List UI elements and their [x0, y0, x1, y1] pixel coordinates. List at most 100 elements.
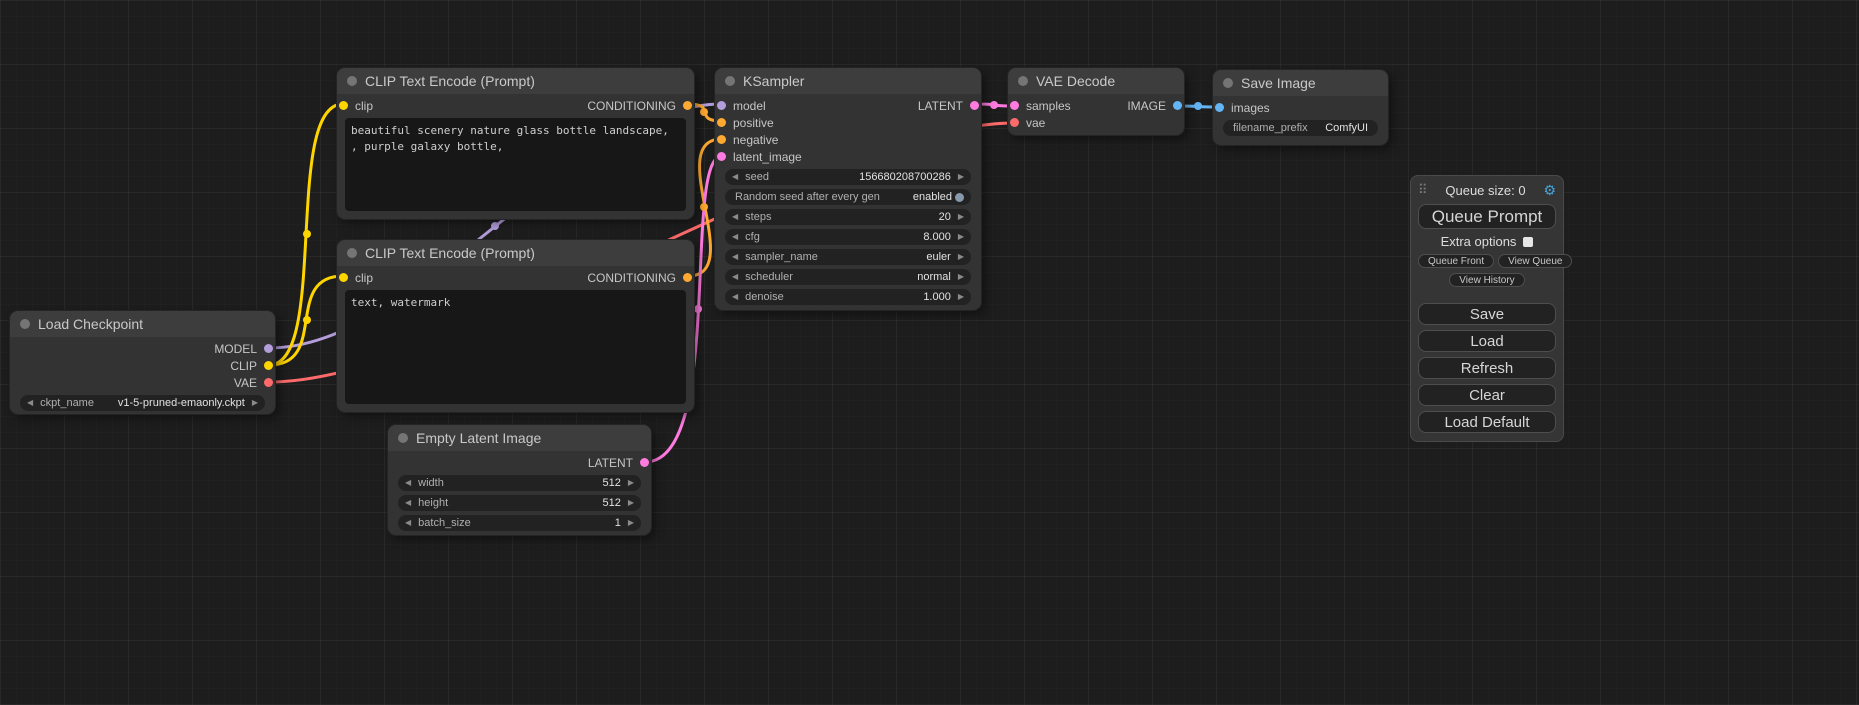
node-title-bar[interactable]: CLIP Text Encode (Prompt): [337, 240, 694, 266]
collapse-dot-icon[interactable]: [398, 433, 408, 443]
node-title-bar[interactable]: VAE Decode: [1008, 68, 1184, 94]
refresh-button[interactable]: Refresh: [1418, 357, 1556, 379]
widget-batch-size[interactable]: ◀ batch_size 1 ▶: [398, 515, 641, 531]
increment-arrow-icon[interactable]: ▶: [958, 213, 964, 221]
latent-output-port[interactable]: [970, 101, 979, 110]
node-title-bar[interactable]: KSampler: [715, 68, 981, 94]
collapse-dot-icon[interactable]: [20, 319, 30, 329]
widget-label: denoise: [745, 291, 784, 303]
extra-options-label: Extra options: [1441, 234, 1517, 249]
collapse-dot-icon[interactable]: [347, 248, 357, 258]
widget-denoise[interactable]: ◀ denoise 1.000 ▶: [725, 289, 971, 305]
increment-arrow-icon[interactable]: ▶: [958, 293, 964, 301]
increment-arrow-icon[interactable]: ▶: [958, 173, 964, 181]
node-title-bar[interactable]: CLIP Text Encode (Prompt): [337, 68, 694, 94]
queue-prompt-button[interactable]: Queue Prompt: [1418, 204, 1556, 229]
graph-canvas[interactable]: { "icons": { "left_arrow": "◀", "right_a…: [0, 0, 1859, 705]
clip-output-port[interactable]: [264, 361, 273, 370]
conditioning-output-port[interactable]: [683, 273, 692, 282]
increment-arrow-icon[interactable]: ▶: [958, 253, 964, 261]
node-title-bar[interactable]: Save Image: [1213, 70, 1388, 96]
decrement-arrow-icon[interactable]: ◀: [732, 273, 738, 281]
settings-gear-icon[interactable]: ⚙: [1543, 182, 1556, 199]
drag-handle-icon[interactable]: ⠿: [1418, 182, 1428, 198]
collapse-dot-icon[interactable]: [1223, 78, 1233, 88]
node-clip-text-encode-negative[interactable]: CLIP Text Encode (Prompt) clip CONDITION…: [337, 240, 694, 412]
output-label-latent: LATENT: [918, 99, 963, 113]
widget-random-seed-toggle[interactable]: Random seed after every gen enabled: [725, 189, 971, 205]
node-load-checkpoint[interactable]: Load Checkpoint MODEL CLIP VAE ◀ ckpt_na…: [10, 311, 275, 414]
view-queue-button[interactable]: View Queue: [1498, 254, 1572, 268]
node-save-image[interactable]: Save Image images filename_prefix ComfyU…: [1213, 70, 1388, 145]
collapse-dot-icon[interactable]: [725, 76, 735, 86]
positive-prompt-textarea[interactable]: beautiful scenery nature glass bottle la…: [345, 118, 686, 211]
model-input-port[interactable]: [717, 101, 726, 110]
decrement-arrow-icon[interactable]: ◀: [405, 519, 411, 527]
load-button[interactable]: Load: [1418, 330, 1556, 352]
output-label-clip: CLIP: [230, 359, 257, 373]
vae-output-port[interactable]: [264, 378, 273, 387]
widget-label: height: [418, 497, 448, 509]
widget-label: steps: [745, 211, 771, 223]
widget-value: 1: [615, 517, 621, 529]
save-button[interactable]: Save: [1418, 303, 1556, 325]
widget-height[interactable]: ◀ height 512 ▶: [398, 495, 641, 511]
collapse-dot-icon[interactable]: [347, 76, 357, 86]
increment-arrow-icon[interactable]: ▶: [958, 273, 964, 281]
widget-sampler-name[interactable]: ◀ sampler_name euler ▶: [725, 249, 971, 265]
node-empty-latent-image[interactable]: Empty Latent Image LATENT ◀ width 512 ▶ …: [388, 425, 651, 535]
clip-input-port[interactable]: [339, 273, 348, 282]
widget-steps[interactable]: ◀ steps 20 ▶: [725, 209, 971, 225]
increment-arrow-icon[interactable]: ▶: [252, 399, 258, 407]
node-title-text: Load Checkpoint: [38, 316, 143, 332]
wire-midpoint-dot: [700, 108, 708, 116]
widget-scheduler[interactable]: ◀ scheduler normal ▶: [725, 269, 971, 285]
decrement-arrow-icon[interactable]: ◀: [405, 499, 411, 507]
node-title-text: Empty Latent Image: [416, 430, 541, 446]
decrement-arrow-icon[interactable]: ◀: [732, 173, 738, 181]
increment-arrow-icon[interactable]: ▶: [628, 519, 634, 527]
toggle-dot-icon[interactable]: [955, 193, 964, 202]
decrement-arrow-icon[interactable]: ◀: [732, 213, 738, 221]
output-label-conditioning: CONDITIONING: [587, 271, 676, 285]
model-output-port[interactable]: [264, 344, 273, 353]
widget-ckpt-name[interactable]: ◀ ckpt_name v1-5-pruned-emaonly.ckpt ▶: [20, 395, 265, 411]
increment-arrow-icon[interactable]: ▶: [628, 479, 634, 487]
positive-input-port[interactable]: [717, 118, 726, 127]
queue-front-button[interactable]: Queue Front: [1418, 254, 1494, 268]
node-title-bar[interactable]: Load Checkpoint: [10, 311, 275, 337]
decrement-arrow-icon[interactable]: ◀: [27, 399, 33, 407]
negative-input-port[interactable]: [717, 135, 726, 144]
latent-output-port[interactable]: [640, 458, 649, 467]
widget-label: scheduler: [745, 271, 793, 283]
widget-seed[interactable]: ◀ seed 156680208700286 ▶: [725, 169, 971, 185]
negative-prompt-textarea[interactable]: text, watermark: [345, 290, 686, 404]
widget-label: batch_size: [418, 517, 471, 529]
vae-input-port[interactable]: [1010, 118, 1019, 127]
node-vae-decode[interactable]: VAE Decode samples IMAGE vae: [1008, 68, 1184, 135]
increment-arrow-icon[interactable]: ▶: [628, 499, 634, 507]
widget-value: ComfyUI: [1325, 122, 1368, 134]
latent-image-input-port[interactable]: [717, 152, 726, 161]
images-input-port[interactable]: [1215, 103, 1224, 112]
node-clip-text-encode-positive[interactable]: CLIP Text Encode (Prompt) clip CONDITION…: [337, 68, 694, 219]
clip-input-port[interactable]: [339, 101, 348, 110]
widget-cfg[interactable]: ◀ cfg 8.000 ▶: [725, 229, 971, 245]
decrement-arrow-icon[interactable]: ◀: [732, 293, 738, 301]
increment-arrow-icon[interactable]: ▶: [958, 233, 964, 241]
node-ksampler[interactable]: KSampler model LATENT positive negative: [715, 68, 981, 310]
widget-width[interactable]: ◀ width 512 ▶: [398, 475, 641, 491]
conditioning-output-port[interactable]: [683, 101, 692, 110]
node-title-bar[interactable]: Empty Latent Image: [388, 425, 651, 451]
view-history-button[interactable]: View History: [1449, 273, 1524, 287]
load-default-button[interactable]: Load Default: [1418, 411, 1556, 433]
samples-input-port[interactable]: [1010, 101, 1019, 110]
extra-options-checkbox[interactable]: [1523, 237, 1533, 247]
collapse-dot-icon[interactable]: [1018, 76, 1028, 86]
decrement-arrow-icon[interactable]: ◀: [405, 479, 411, 487]
decrement-arrow-icon[interactable]: ◀: [732, 253, 738, 261]
clear-button[interactable]: Clear: [1418, 384, 1556, 406]
decrement-arrow-icon[interactable]: ◀: [732, 233, 738, 241]
image-output-port[interactable]: [1173, 101, 1182, 110]
widget-filename-prefix[interactable]: filename_prefix ComfyUI: [1223, 120, 1378, 136]
